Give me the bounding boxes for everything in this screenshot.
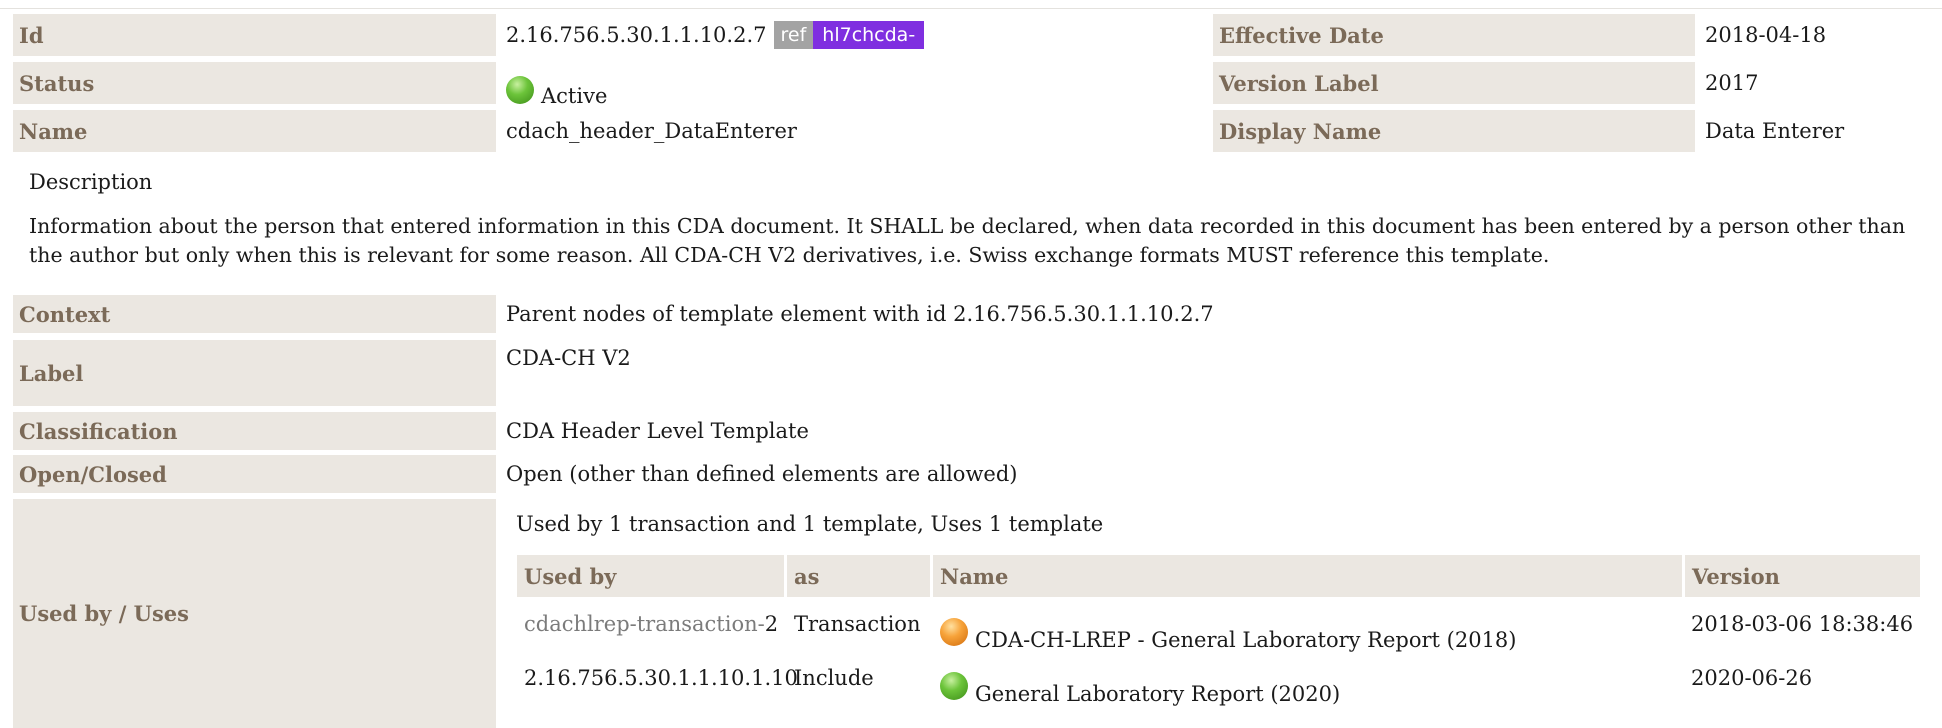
status-value: Active xyxy=(541,84,608,108)
used-by-summary: Used by 1 transaction and 1 template, Us… xyxy=(516,512,1104,536)
display-name-label: Display Name xyxy=(1213,110,1695,152)
template-id: 2.16.756.5.30.1.1.10.2.7 xyxy=(506,23,767,47)
classification-label: Classification xyxy=(13,412,496,450)
version-label-label: Version Label xyxy=(1213,62,1695,104)
col-header-version: Version xyxy=(1685,555,1920,597)
description-title: Description xyxy=(29,170,153,194)
orange-status-ball-icon xyxy=(940,618,968,646)
col-header-used-by: Used by xyxy=(517,555,784,597)
table-row-1-version: 2018-03-06 18:38:46 xyxy=(1691,612,1914,636)
name-label: Name xyxy=(13,110,496,152)
effective-date-value: 2018-04-18 xyxy=(1705,23,1827,47)
used-by-suffix: 2 xyxy=(764,612,779,636)
ref-badge[interactable]: ref xyxy=(773,21,814,49)
context-value: Parent nodes of template element with id… xyxy=(506,302,1214,326)
active-status-icon xyxy=(506,76,534,104)
top-border xyxy=(0,8,1942,9)
used-by-label: Used by / Uses xyxy=(13,499,496,728)
table-row-2-name-cell[interactable]: General Laboratory Report (2020) xyxy=(940,658,1340,706)
id-label: Id xyxy=(13,14,496,56)
classification-value: CDA Header Level Template xyxy=(506,419,809,443)
status-label: Status xyxy=(13,62,496,104)
open-closed-value: Open (other than defined elements are al… xyxy=(506,462,1018,486)
status-value-cell: Active xyxy=(506,62,607,108)
label-value: CDA-CH V2 xyxy=(506,346,631,370)
table-row-2-name[interactable]: General Laboratory Report (2020) xyxy=(975,682,1340,706)
col-header-name: Name xyxy=(933,555,1682,597)
name-value: cdach_header_DataEnterer xyxy=(506,119,797,143)
version-badge[interactable]: hl7chcda- xyxy=(813,21,925,49)
used-by-link[interactable]: cdachlrep-transaction- xyxy=(524,612,765,636)
context-label: Context xyxy=(13,295,496,333)
table-row-2-used-by[interactable]: 2.16.756.5.30.1.1.10.1.10 xyxy=(524,658,798,698)
used-by-id[interactable]: 2.16.756.5.30.1.1.10.1.10 xyxy=(524,666,798,690)
description-text: Information about the person that entere… xyxy=(29,214,1906,267)
open-closed-label: Open/Closed xyxy=(13,455,496,493)
table-row-2-as: Include xyxy=(794,666,874,690)
label-label: Label xyxy=(13,340,496,406)
display-name-value: Data Enterer xyxy=(1705,119,1845,143)
green-status-ball-icon xyxy=(940,672,968,700)
col-header-as: as xyxy=(787,555,930,597)
id-value-cell: 2.16.756.5.30.1.1.10.2.7 ref hl7chcda- xyxy=(506,14,925,56)
version-label-value: 2017 xyxy=(1705,71,1759,95)
table-row-1-as: Transaction xyxy=(794,612,921,636)
effective-date-label: Effective Date xyxy=(1213,14,1695,56)
table-row-1-name-cell[interactable]: CDA-CH-LREP - General Laboratory Report … xyxy=(940,604,1517,652)
table-row-1-used-by[interactable]: cdachlrep-transaction- 2 xyxy=(524,604,778,644)
table-row-2-version: 2020-06-26 xyxy=(1691,666,1813,690)
table-row-1-name[interactable]: CDA-CH-LREP - General Laboratory Report … xyxy=(975,628,1517,652)
